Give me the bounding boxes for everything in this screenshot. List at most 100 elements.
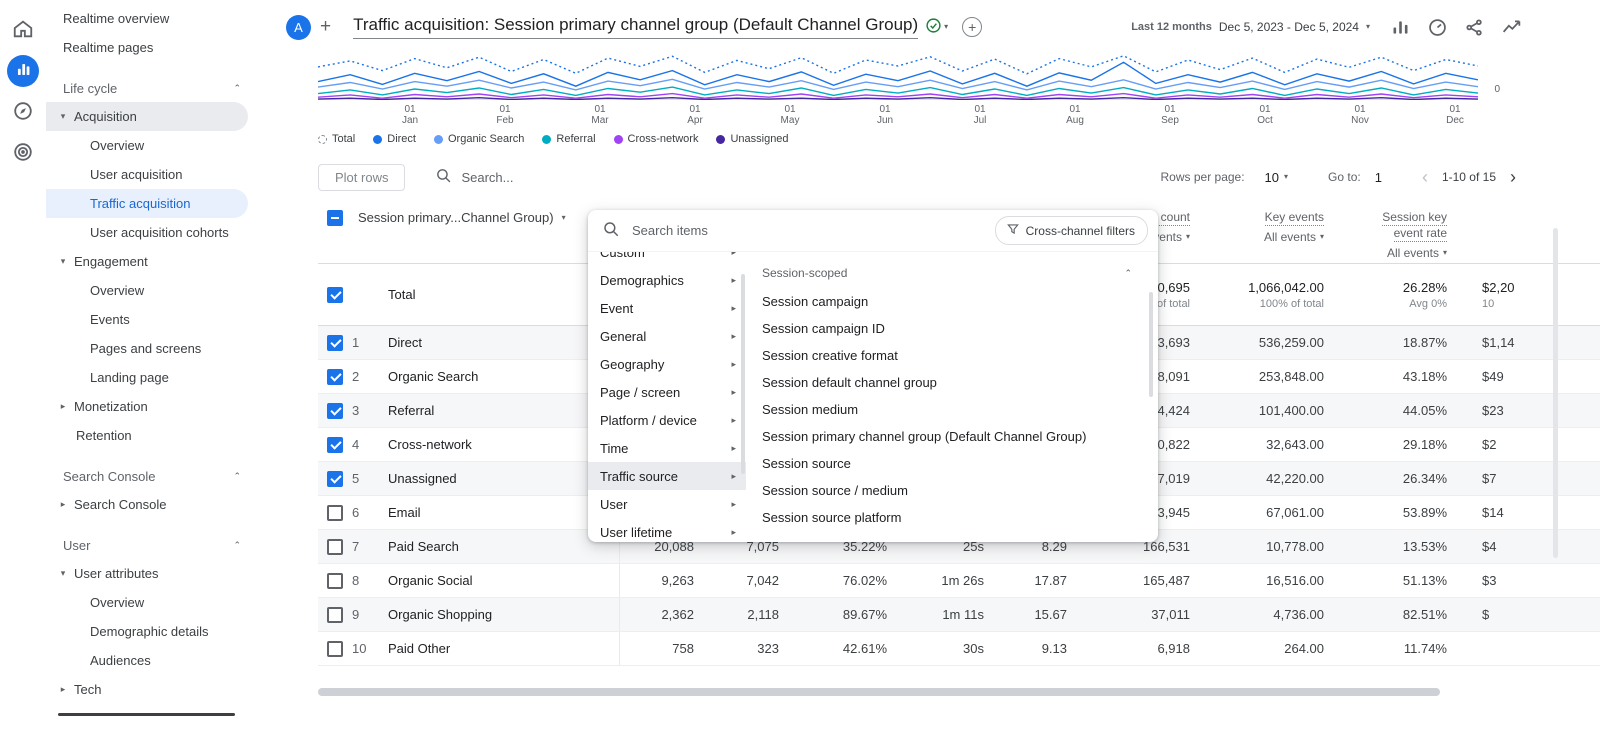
nav-label: Traffic acquisition xyxy=(90,196,190,211)
comparison-chart-button[interactable] xyxy=(1390,17,1411,38)
report-snapshot-button[interactable] xyxy=(1427,17,1448,38)
row-checkbox[interactable] xyxy=(327,471,343,487)
report-status-badge[interactable]: ▾ xyxy=(925,17,948,37)
category-page-screen[interactable]: Page / screen▸ xyxy=(588,378,746,406)
category-general[interactable]: General▸ xyxy=(588,322,746,350)
category-traffic-source[interactable]: Traffic source▸ xyxy=(588,462,746,490)
date-range-picker[interactable]: Last 12 months Dec 5, 2023 - Dec 5, 2024… xyxy=(1131,20,1370,34)
avatar[interactable]: A xyxy=(286,15,311,40)
table-row[interactable]: 9 Organic Shopping 2,362 2,118 89.67% 1m… xyxy=(318,598,1600,632)
sidebar-item-realtime-pages[interactable]: Realtime pages xyxy=(46,33,256,62)
event-selector[interactable]: All events▾ xyxy=(1387,246,1447,260)
sidebar-item-user-acquisition[interactable]: User acquisition xyxy=(46,160,256,189)
row-checkbox[interactable] xyxy=(327,403,343,419)
row-checkbox[interactable] xyxy=(327,607,343,623)
share-button[interactable] xyxy=(1464,17,1485,38)
sidebar-item-events[interactable]: Events xyxy=(46,305,256,334)
row-checkbox[interactable] xyxy=(327,287,343,303)
sidebar-item-realtime-overview[interactable]: Realtime overview xyxy=(46,4,256,33)
legend-item-direct[interactable]: Direct xyxy=(373,133,416,145)
legend-item-referral[interactable]: Referral xyxy=(542,133,595,145)
row-checkbox[interactable] xyxy=(327,437,343,453)
explore-nav-button[interactable] xyxy=(7,96,39,128)
horizontal-scrollbar[interactable] xyxy=(318,688,1440,696)
chevron-right-icon: ▸ xyxy=(731,528,736,537)
picker-search-input[interactable] xyxy=(630,222,995,239)
sidebar-item-landing-page[interactable]: Landing page xyxy=(46,363,256,392)
sidebar-item-engagement[interactable]: ▾ Engagement xyxy=(46,247,256,276)
page-title[interactable]: Traffic acquisition: Session primary cha… xyxy=(353,15,918,39)
cross-channel-filters-chip[interactable]: Cross-channel filters xyxy=(995,216,1148,245)
row-checkbox[interactable] xyxy=(327,641,343,657)
sidebar-item-acquisition-overview[interactable]: Overview xyxy=(46,131,256,160)
category-custom[interactable]: Custom▸ xyxy=(588,252,746,266)
sidebar-item-tech[interactable]: ▸ Tech xyxy=(46,675,256,704)
category-scrollbar[interactable] xyxy=(741,274,745,474)
insights-button[interactable] xyxy=(1501,17,1522,38)
legend-item-total[interactable]: Total xyxy=(318,133,355,145)
category-user-lifetime[interactable]: User lifetime▸ xyxy=(588,518,746,542)
dimension-item[interactable]: Session default channel group xyxy=(746,369,1158,396)
add-report-button[interactable]: + xyxy=(962,17,982,37)
row-checkbox[interactable] xyxy=(327,335,343,351)
category-event[interactable]: Event▸ xyxy=(588,294,746,322)
event-selector[interactable]: All events▾ xyxy=(1264,230,1324,244)
select-all-checkbox[interactable] xyxy=(327,210,343,226)
category-platform-device[interactable]: Platform / device▸ xyxy=(588,406,746,434)
sidebar-item-pages-and-screens[interactable]: Pages and screens xyxy=(46,334,256,363)
row-checkbox[interactable] xyxy=(327,369,343,385)
sidebar-item-engagement-overview[interactable]: Overview xyxy=(46,276,256,305)
row-checkbox[interactable] xyxy=(327,505,343,521)
legend-item-cross-network[interactable]: Cross-network xyxy=(614,133,699,145)
dimension-item[interactable]: Session source platform xyxy=(746,504,1158,531)
cell-session-key-event-rate: 26.28%Avg 0% xyxy=(1330,280,1453,310)
dimension-item[interactable]: Session campaign ID xyxy=(746,315,1158,342)
goto-page-input[interactable]: 1 xyxy=(1375,170,1382,185)
sidebar-item-demographic-details[interactable]: Demographic details xyxy=(46,617,256,646)
category-demographics[interactable]: Demographics▸ xyxy=(588,266,746,294)
dimension-selector[interactable]: Session primary...Channel Group) ▾ xyxy=(352,210,620,225)
sidebar-item-audiences[interactable]: Audiences xyxy=(46,646,256,675)
column-header-session-key-event-rate[interactable]: Session key event rate All events▾ xyxy=(1330,210,1453,260)
legend-item-unassigned[interactable]: Unassigned xyxy=(716,133,788,145)
table-row[interactable]: 10 Paid Other 758 323 42.61% 30s 9.13 6,… xyxy=(318,632,1600,666)
advertising-nav-button[interactable] xyxy=(7,137,39,169)
sidebar-section-search-console[interactable]: Search Console ⌃ xyxy=(46,462,256,490)
sidebar-item-traffic-acquisition[interactable]: Traffic acquisition xyxy=(46,189,248,218)
rows-per-page-select[interactable]: 10 ▾ xyxy=(1265,170,1288,185)
table-search[interactable]: Search... xyxy=(435,167,513,187)
add-comparison-button[interactable]: + xyxy=(320,16,331,38)
column-header-key-events[interactable]: Key events All events▾ xyxy=(1196,210,1330,244)
reports-nav-button[interactable] xyxy=(7,55,39,87)
next-page-button[interactable]: › xyxy=(1510,168,1516,186)
category-user[interactable]: User▸ xyxy=(588,490,746,518)
sidebar-section-user[interactable]: User ⌃ xyxy=(46,531,256,559)
sidebar-item-monetization[interactable]: ▸ Monetization xyxy=(46,392,256,421)
vertical-scrollbar[interactable] xyxy=(1553,228,1558,558)
dimension-item[interactable]: Session creative format xyxy=(746,342,1158,369)
home-nav-button[interactable] xyxy=(7,14,39,46)
category-geography[interactable]: Geography▸ xyxy=(588,350,746,378)
sidebar-section-life-cycle[interactable]: Life cycle ⌃ xyxy=(46,74,256,102)
sidebar-item-search-console[interactable]: ▸ Search Console xyxy=(46,490,256,519)
sidebar-item-user-acquisition-cohorts[interactable]: User acquisition cohorts xyxy=(46,218,256,247)
group-session-scoped[interactable]: Session-scoped ⌃ xyxy=(746,258,1158,288)
sidebar-item-retention[interactable]: Retention xyxy=(46,421,256,450)
sidebar-item-user-attributes-overview[interactable]: Overview xyxy=(46,588,256,617)
legend-item-organic-search[interactable]: Organic Search xyxy=(434,133,524,145)
dimension-item[interactable]: Session campaign xyxy=(746,288,1158,315)
dimension-item[interactable]: Session source xyxy=(746,450,1158,477)
dimension-item[interactable]: Session primary channel group (Default C… xyxy=(746,423,1158,450)
category-time[interactable]: Time▸ xyxy=(588,434,746,462)
row-checkbox[interactable] xyxy=(327,539,343,555)
cell-engagement-rate: 42.61% xyxy=(785,641,893,656)
dimension-item[interactable]: Session medium xyxy=(746,396,1158,423)
table-row[interactable]: 8 Organic Social 9,263 7,042 76.02% 1m 2… xyxy=(318,564,1600,598)
plot-rows-button[interactable]: Plot rows xyxy=(318,164,405,191)
row-checkbox[interactable] xyxy=(327,573,343,589)
prev-page-button[interactable]: ‹ xyxy=(1422,168,1428,186)
sidebar-item-user-attributes[interactable]: ▾ User attributes xyxy=(46,559,256,588)
dimension-item[interactable]: Session source / medium xyxy=(746,477,1158,504)
sidebar-item-acquisition[interactable]: ▾ Acquisition xyxy=(46,102,248,131)
item-list-scrollbar[interactable] xyxy=(1149,292,1153,397)
